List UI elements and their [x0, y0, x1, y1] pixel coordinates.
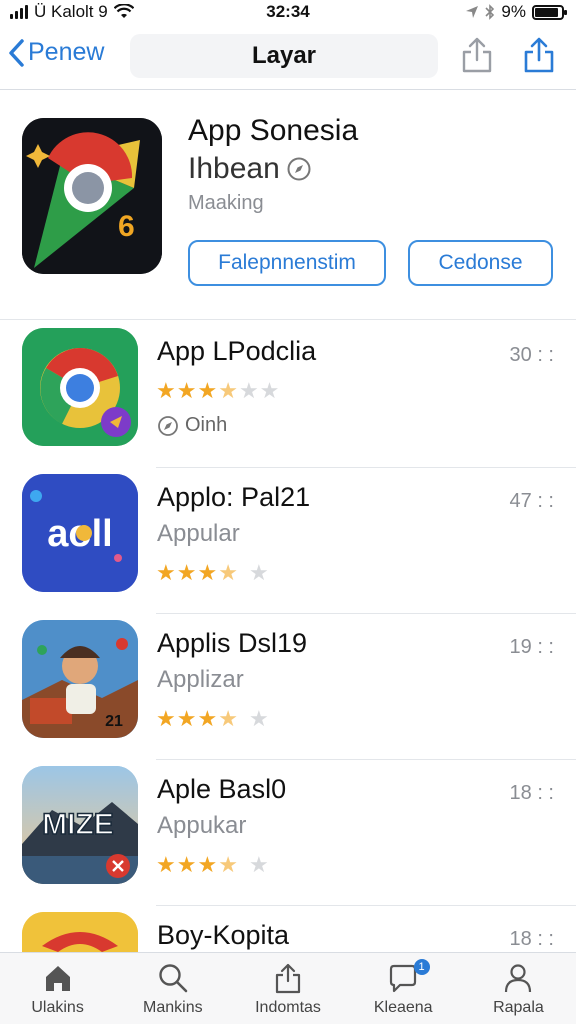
app-icon: 21 — [22, 620, 138, 738]
star-icon: ★ — [176, 560, 198, 585]
star-icon: ★ — [197, 852, 219, 877]
back-button[interactable]: Penew — [8, 38, 104, 67]
app-icon-text: MIZE — [42, 808, 114, 841]
star-icon: ★ — [218, 706, 239, 731]
compass-badge-icon — [158, 415, 178, 436]
star-icon: ★ — [197, 378, 219, 403]
rating-stars: ★★★★ ★ — [156, 706, 270, 732]
battery-icon — [532, 4, 567, 20]
compass-logo-icon: 6 — [22, 118, 162, 274]
status-right: 9% — [465, 2, 567, 22]
tab-label: Indomtas — [255, 999, 321, 1016]
star-icon: ★ — [218, 560, 239, 585]
app-icon — [22, 328, 138, 446]
star-icon: ★ — [248, 560, 270, 585]
app-subtitle: Appukar — [157, 812, 247, 839]
person-icon — [505, 964, 532, 993]
list-item[interactable]: aoll Applo: Pal21 Appular ★★★★★ 47 : : — [0, 468, 576, 614]
app-subtitle: Applizar — [157, 666, 244, 693]
app-time: 47 : : — [509, 490, 554, 512]
tab-label: Rapala — [493, 999, 544, 1016]
app-title: Applo: Pal21 — [157, 482, 311, 512]
featured-app-subtitle: Ihbean — [188, 152, 280, 185]
featured-secondary-button[interactable]: Cedonse — [408, 240, 553, 286]
star-icon: ★ — [176, 706, 198, 731]
tab-search[interactable]: Mankins — [115, 953, 230, 1024]
featured-app: 6 App Sonesia Ihbean Maaking Falepnnenst… — [0, 92, 576, 320]
app-icon-text: 21 — [105, 713, 123, 730]
featured-primary-button[interactable]: Falepnnenstim — [188, 240, 386, 286]
app-icon: aoll — [22, 474, 138, 592]
star-icon: ★ — [176, 378, 198, 403]
share-icon — [275, 963, 301, 994]
tab-label: Mankins — [143, 999, 203, 1016]
bluetooth-icon — [485, 4, 495, 20]
app-time: 19 : : — [509, 636, 554, 658]
chrome-like-icon — [22, 328, 138, 446]
app-extra-row: Oinh — [157, 414, 227, 437]
star-icon: ★ — [238, 378, 260, 403]
home-icon — [45, 966, 70, 991]
app-title: Boy-Kopita — [157, 920, 290, 950]
app-extra: Oinh — [185, 414, 228, 436]
app-icon: MIZE — [22, 766, 138, 884]
star-icon: ★ — [156, 378, 177, 403]
notification-badge: 1 — [413, 959, 430, 975]
tab-share[interactable]: Indomtas — [230, 953, 345, 1024]
nav-title[interactable]: Layar — [130, 34, 438, 78]
app-time: 18 : : — [509, 928, 554, 950]
list-item[interactable]: MIZE Aple Basl0 Appukar ★★★★ ★ 18 : : — [0, 760, 576, 906]
app-title: App LPodclia — [157, 336, 317, 366]
chevron-left-icon — [9, 38, 24, 67]
star-icon: ★ — [156, 706, 177, 731]
svg-text:6: 6 — [118, 210, 135, 243]
tab-label: Ulakins — [31, 999, 84, 1016]
back-label: Penew — [28, 38, 105, 66]
list-item[interactable]: 21 Applis Dsl19 Applizar ★★★★ ★ 19 : : — [0, 614, 576, 760]
star-icon: ★ — [156, 852, 177, 877]
tab-profile[interactable]: Rapala — [461, 953, 576, 1024]
list-item[interactable]: App LPodclia ★★★★★★ Oinh 30 : : — [0, 322, 576, 468]
compass-badge-icon — [287, 157, 311, 181]
navigation-bar: Penew Layar — [0, 28, 576, 90]
tab-bar: Ulakins Mankins Indomtas 1 Kleaena Rapal… — [0, 952, 576, 1024]
featured-app-meta: Maaking — [188, 192, 264, 214]
star-icon: ★ — [248, 706, 270, 731]
tab-messages[interactable]: 1 Kleaena — [346, 953, 461, 1024]
battery-percent: 9% — [501, 2, 526, 21]
status-bar: Ü Kalolt 9 32:34 9% — [0, 0, 576, 26]
location-icon — [466, 6, 479, 18]
star-icon: ★ — [218, 852, 239, 877]
app-title: Applis Dsl19 — [157, 628, 308, 658]
star-icon: ★ — [259, 378, 281, 403]
star-icon: ★ — [176, 852, 198, 877]
star-icon: ★ — [197, 560, 219, 585]
aoll-logo-icon: aoll — [22, 474, 138, 592]
tab-home[interactable]: Ulakins — [0, 953, 115, 1024]
star-icon: ★ — [156, 560, 177, 585]
rating-stars: ★★★★ ★ — [156, 560, 270, 586]
rating-stars: ★★★★★★ — [156, 378, 280, 404]
game-character-icon: 21 — [22, 620, 138, 738]
star-icon: ★ — [248, 852, 270, 877]
featured-app-title: App Sonesia — [188, 114, 359, 147]
share-icon-active[interactable] — [522, 36, 556, 74]
maze-logo-icon: MIZE — [22, 766, 138, 884]
featured-app-icon[interactable]: 6 — [22, 118, 162, 274]
app-title: Aple Basl0 — [157, 774, 287, 804]
search-icon — [159, 964, 188, 993]
app-time: 30 : : — [509, 344, 554, 366]
star-icon: ★ — [218, 378, 239, 403]
app-list: App LPodclia ★★★★★★ Oinh 30 : : aoll App… — [0, 322, 576, 1024]
app-subtitle: Appular — [157, 520, 240, 547]
share-icon[interactable] — [460, 36, 494, 74]
star-icon: ★ — [197, 706, 219, 731]
app-time: 18 : : — [509, 782, 554, 804]
tab-label: Kleaena — [373, 999, 433, 1016]
featured-app-subtitle-row: Ihbean — [188, 152, 312, 186]
rating-stars: ★★★★ ★ — [156, 852, 270, 878]
